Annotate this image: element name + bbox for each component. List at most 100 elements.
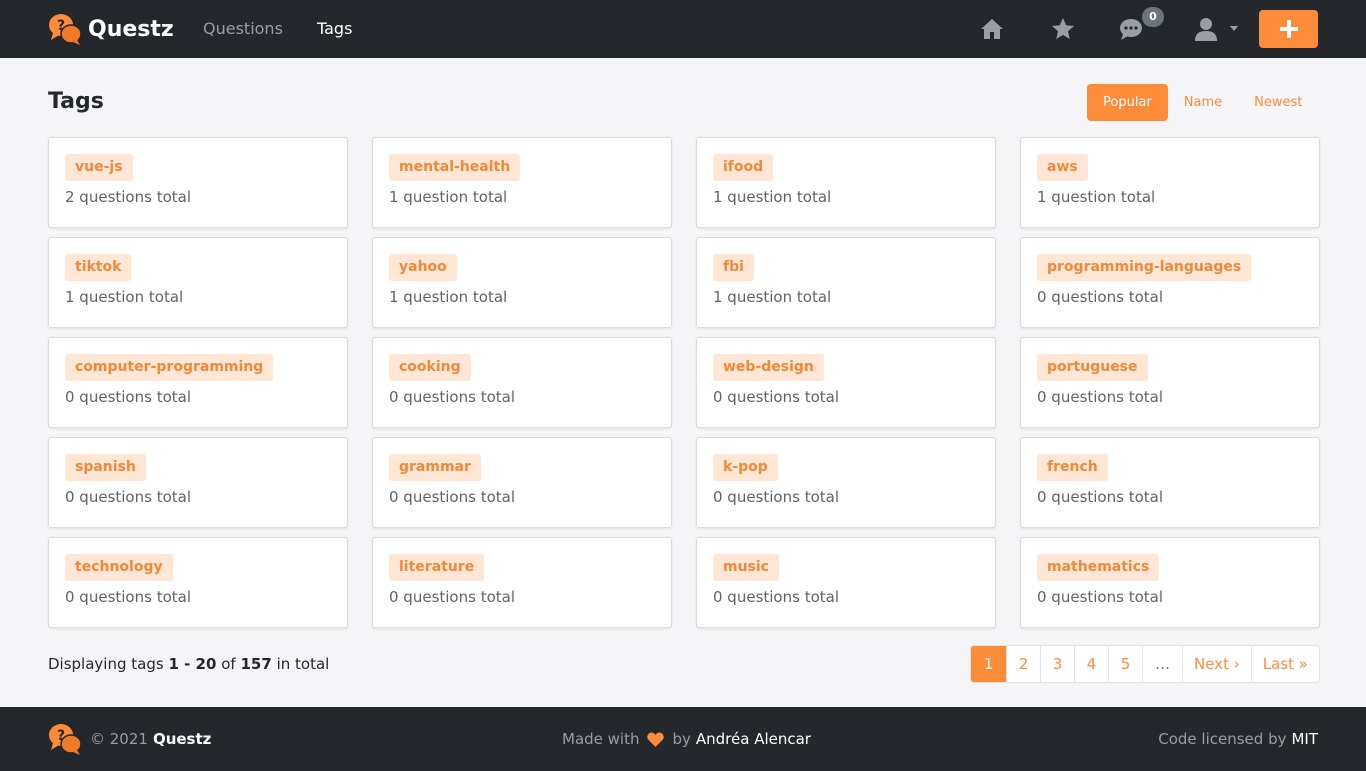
tag-card[interactable]: portuguese 0 questions total (1020, 337, 1320, 428)
summary-suffix: in total (276, 655, 330, 673)
tag-badge[interactable]: grammar (389, 454, 481, 481)
sort-button-group: Popular Name Newest (1087, 84, 1318, 121)
tag-card[interactable]: yahoo 1 question total (372, 237, 672, 328)
next-page-link[interactable]: Next › (1182, 646, 1251, 682)
tag-badge[interactable]: technology (65, 554, 173, 581)
tag-card[interactable]: literature 0 questions total (372, 537, 672, 628)
page-5-link[interactable]: 5 (1108, 646, 1142, 682)
tag-card[interactable]: cooking 0 questions total (372, 337, 672, 428)
user-icon[interactable] (1193, 16, 1219, 42)
sort-popular-button[interactable]: Popular (1087, 84, 1168, 121)
tag-badge[interactable]: mathematics (1037, 554, 1160, 581)
tag-question-count: 1 question total (713, 188, 832, 206)
tag-question-count: 0 questions total (65, 488, 191, 506)
messages-badge: 0 (1142, 7, 1164, 27)
tag-question-count: 0 questions total (389, 388, 515, 406)
page-1-link[interactable]: 1 (971, 646, 1006, 682)
tag-badge[interactable]: fbi (713, 254, 754, 281)
summary-prefix: Displaying tags (48, 655, 164, 673)
footer-by: by (672, 730, 691, 748)
tag-badge[interactable]: programming-languages (1037, 254, 1252, 281)
footer-brand: ? © 2021 Questz (48, 722, 211, 756)
tag-badge[interactable]: tiktok (65, 254, 132, 281)
tag-card[interactable]: french 0 questions total (1020, 437, 1320, 528)
tag-question-count: 0 questions total (1037, 388, 1163, 406)
tag-question-count: 0 questions total (389, 488, 515, 506)
tag-card[interactable]: computer-programming 0 questions total (48, 337, 348, 428)
add-question-button[interactable] (1259, 10, 1318, 48)
tag-question-count: 2 questions total (65, 188, 191, 206)
page-3-link[interactable]: 3 (1040, 646, 1074, 682)
tag-card[interactable]: mathematics 0 questions total (1020, 537, 1320, 628)
footer-credits: Made with by Andréa Alencar (562, 730, 811, 748)
tag-card[interactable]: ifood 1 question total (696, 137, 996, 228)
chevron-down-icon[interactable] (1230, 26, 1238, 31)
tag-badge[interactable]: cooking (389, 354, 471, 381)
svg-text:?: ? (57, 728, 65, 744)
tag-card[interactable]: grammar 0 questions total (372, 437, 672, 528)
tag-question-count: 0 questions total (65, 388, 191, 406)
page-title: Tags (48, 89, 104, 114)
sort-name-button[interactable]: Name (1168, 84, 1238, 121)
tag-badge[interactable]: literature (389, 554, 485, 581)
tag-badge[interactable]: portuguese (1037, 354, 1148, 381)
tag-card[interactable]: technology 0 questions total (48, 537, 348, 628)
tag-question-count: 0 questions total (713, 388, 839, 406)
pagination: 1 2 3 4 5 … Next › Last » (970, 645, 1320, 683)
top-navbar: ? Questz Questions Tags 0 (0, 0, 1366, 58)
home-icon[interactable] (979, 16, 1005, 42)
tag-question-count: 1 question total (389, 188, 508, 206)
tag-card[interactable]: tiktok 1 question total (48, 237, 348, 328)
tag-question-count: 1 question total (1037, 188, 1156, 206)
heart-icon (647, 732, 665, 747)
tag-question-count: 0 questions total (65, 588, 191, 606)
logo-icon: ? (49, 14, 82, 45)
star-icon[interactable] (1050, 16, 1076, 42)
tag-card[interactable]: programming-languages 0 questions total (1020, 237, 1320, 328)
footer-author-link[interactable]: Andréa Alencar (696, 730, 811, 748)
pagination-ellipsis: … (1142, 646, 1182, 682)
brand-name: Questz (88, 16, 174, 42)
tag-card[interactable]: mental-health 1 question total (372, 137, 672, 228)
page-2-link[interactable]: 2 (1006, 646, 1040, 682)
tag-card[interactable]: fbi 1 question total (696, 237, 996, 328)
summary-of: of (221, 655, 236, 673)
tag-card[interactable]: aws 1 question total (1020, 137, 1320, 228)
results-summary: Displaying tags 1 - 20 of 157 in total (48, 655, 329, 673)
tag-question-count: 0 questions total (389, 588, 515, 606)
tag-badge[interactable]: vue-js (65, 154, 133, 181)
summary-total: 157 (240, 655, 272, 673)
tag-card[interactable]: spanish 0 questions total (48, 437, 348, 528)
nav-questions-link[interactable]: Questions (203, 19, 283, 38)
nav-tags-link[interactable]: Tags (317, 19, 352, 38)
tag-badge[interactable]: k-pop (713, 454, 778, 481)
svg-text:?: ? (57, 18, 65, 34)
plus-icon (1279, 20, 1298, 38)
last-page-link[interactable]: Last » (1250, 646, 1319, 682)
tag-card[interactable]: music 0 questions total (696, 537, 996, 628)
brand-link[interactable]: ? Questz (48, 12, 174, 46)
tag-card[interactable]: k-pop 0 questions total (696, 437, 996, 528)
tag-badge[interactable]: spanish (65, 454, 146, 481)
tag-badge[interactable]: ifood (713, 154, 774, 181)
tag-question-count: 1 question total (389, 288, 508, 306)
tags-grid: vue-js 2 questions total mental-health 1 q… (48, 137, 1320, 628)
tag-card[interactable]: web-design 0 questions total (696, 337, 996, 428)
tag-badge[interactable]: french (1037, 454, 1108, 481)
footer-license-link[interactable]: MIT (1291, 730, 1318, 748)
tag-card[interactable]: vue-js 2 questions total (48, 137, 348, 228)
tag-question-count: 0 questions total (713, 588, 839, 606)
footer-copyright: © 2021 (90, 730, 148, 748)
tag-badge[interactable]: music (713, 554, 779, 581)
tag-question-count: 0 questions total (1037, 288, 1163, 306)
tag-badge[interactable]: yahoo (389, 254, 457, 281)
tag-badge[interactable]: computer-programming (65, 354, 274, 381)
tag-badge[interactable]: web-design (713, 354, 824, 381)
tag-badge[interactable]: mental-health (389, 154, 521, 181)
comments-icon[interactable] (1118, 16, 1144, 42)
tag-badge[interactable]: aws (1037, 154, 1088, 181)
tag-question-count: 1 question total (65, 288, 184, 306)
sort-newest-button[interactable]: Newest (1238, 84, 1318, 121)
page-4-link[interactable]: 4 (1074, 646, 1108, 682)
footer-brand-name[interactable]: Questz (153, 730, 211, 748)
